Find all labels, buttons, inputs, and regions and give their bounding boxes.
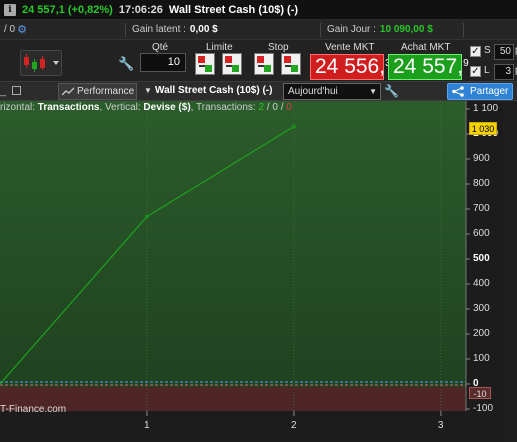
y-tick-label: 300	[473, 303, 490, 314]
order-settings-wrench-icon[interactable]: 🔧	[118, 56, 134, 72]
chevron-down-icon: ▼	[144, 86, 152, 95]
chart-type-button[interactable]	[20, 50, 62, 76]
y-tick-label: 500	[473, 253, 490, 264]
sell-market-label: Vente MKT	[325, 42, 375, 53]
clock-time: 17:06:26	[118, 3, 163, 16]
last-value-badge: 1 030	[469, 122, 497, 135]
status-bar: i 24 557,1 (+0,82%) 17:06:26 Wall Street…	[0, 0, 517, 20]
chart-xaxis-area	[0, 411, 466, 442]
limit-sell-button[interactable]	[222, 53, 242, 75]
y-tick-label: 700	[473, 203, 490, 214]
x-tick-label: 1	[143, 420, 150, 431]
data-point	[144, 214, 150, 219]
gain-latent: Gain latent :0,00 $	[132, 24, 218, 35]
maximize-icon[interactable]	[12, 86, 21, 95]
info-icon[interactable]: i	[4, 3, 16, 16]
stop-sell-button[interactable]	[281, 53, 301, 75]
instrument-dropdown[interactable]: ▼ Wall Street Cash (10$) (-)	[141, 83, 279, 100]
gain-bar: / 0 ⚙ Gain latent :0,00 $ Gain Jour :10 …	[0, 20, 517, 40]
zero-level-badge: -10	[469, 387, 491, 399]
limit-checkbox[interactable]: ✓	[470, 66, 481, 77]
quantity-input[interactable]: 10	[140, 53, 186, 72]
y-tick-label: 200	[473, 328, 490, 339]
qty-label: Qté	[152, 42, 169, 53]
sell-market-button[interactable]: 24 556,3	[310, 54, 391, 80]
x-tick-label: 2	[290, 420, 297, 431]
chart-settings-wrench-icon[interactable]: 🔧	[384, 84, 399, 98]
period-dropdown-label: Aujourd'hui	[288, 86, 338, 97]
y-tick-label: 400	[473, 278, 490, 289]
y-tick-label: 900	[473, 153, 490, 164]
divider	[463, 23, 464, 37]
divider	[125, 23, 126, 37]
losing-trades: 0	[286, 102, 292, 113]
instrument-dropdown-label: Wall Street Cash (10$) (-)	[155, 85, 273, 96]
candlestick-chart-icon	[24, 54, 59, 72]
order-panel: 🔧 Qté 10 Limite Stop Vente MKT 24 556,3 …	[0, 40, 517, 82]
buy-market-label: Achat MKT	[401, 42, 451, 53]
y-tick-label: 800	[473, 178, 490, 189]
period-dropdown[interactable]: Aujourd'hui ▼	[283, 83, 381, 100]
buy-market-button[interactable]: 24 557,9	[388, 54, 469, 80]
limit-buy-button[interactable]	[195, 53, 215, 75]
x-tick-label: 3	[437, 420, 444, 431]
performance-chart[interactable]	[0, 101, 517, 442]
y-tick-label: -100	[473, 403, 494, 414]
y-tick-label: 100	[473, 353, 490, 364]
y-tick-label: 1 100	[473, 103, 499, 114]
stop-loss-input[interactable]: 50	[494, 44, 514, 60]
chevron-down-icon: ▼	[369, 87, 377, 96]
chart-toolbar: _ Performance ▼ Wall Street Cash (10$) (…	[0, 82, 517, 101]
settings-gear-icon[interactable]: ⚙	[17, 23, 27, 36]
gain-jour: Gain Jour :10 090,00 $	[327, 24, 433, 35]
data-point	[291, 124, 297, 129]
performance-chart-icon	[62, 87, 74, 96]
gain-jour-value: 10 090,00 $	[379, 24, 433, 35]
chart-plot-area	[0, 101, 466, 387]
stop-label: Stop	[268, 42, 289, 53]
minimize-icon[interactable]: _	[0, 85, 6, 97]
watermark: T-Finance.com	[0, 404, 67, 415]
limit-distance-label: L	[484, 65, 490, 76]
position-count: / 0	[4, 24, 16, 35]
chart-loss-zone	[0, 387, 466, 411]
gain-latent-value: 0,00 $	[189, 24, 218, 35]
last-price: 24 557,1 (+0,82%)	[22, 3, 113, 16]
stop-buy-button[interactable]	[254, 53, 274, 75]
stop-loss-checkbox[interactable]: ✓	[470, 46, 481, 57]
limit-distance-input[interactable]: 3	[494, 64, 514, 80]
instrument-name: Wall Street Cash (10$) (-)	[168, 3, 299, 16]
chart-caption: rizontal: Transactions, Vertical: Devise…	[0, 102, 292, 113]
right-panel-edge	[503, 101, 517, 442]
limit-label: Limite	[206, 42, 233, 53]
share-icon	[452, 86, 464, 97]
stop-loss-label: S	[484, 45, 491, 56]
divider	[320, 23, 321, 37]
y-tick-label: 600	[473, 228, 490, 239]
